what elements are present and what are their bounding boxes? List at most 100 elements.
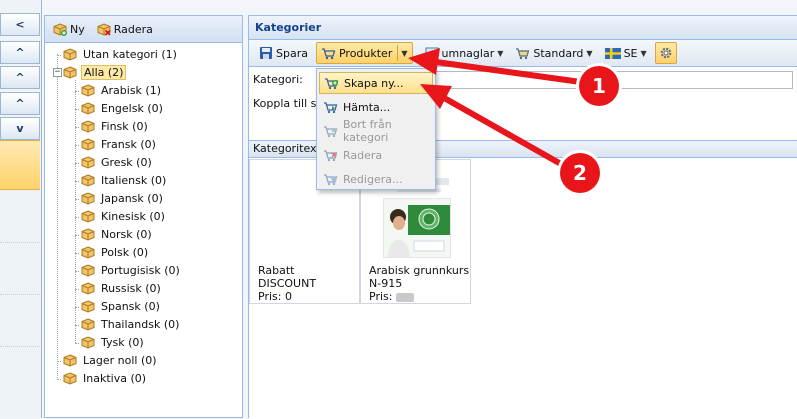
- save-label: Spara: [276, 46, 308, 60]
- thumbnails-button[interactable]: umnaglar ▼: [421, 42, 508, 64]
- language-selector[interactable]: SE ▼: [601, 42, 651, 64]
- cart-edit-icon: [323, 173, 338, 186]
- tree-node[interactable]: Lager noll (0): [63, 352, 159, 369]
- cart-add-icon: [324, 77, 339, 90]
- products-menu-button[interactable]: Produkter ▼: [315, 42, 413, 64]
- cart-delete-icon: [323, 149, 338, 162]
- cart-remove-icon: [323, 125, 338, 138]
- category-cube-icon: [81, 174, 95, 187]
- tree-connector: [57, 54, 58, 380]
- tree-connector: [75, 271, 79, 272]
- gear-icon: [660, 47, 671, 59]
- tree-connector: [75, 163, 79, 164]
- menu-item-remove-from-category[interactable]: Bort från kategori: [319, 118, 433, 144]
- chevron-down-icon: ▼: [640, 48, 647, 58]
- product-name: Arabisk grunnkurs: [369, 264, 470, 277]
- category-cube-icon: [81, 84, 95, 97]
- chevron-down-icon: ▼: [401, 48, 408, 58]
- tree-node[interactable]: Inaktiva (0): [63, 370, 148, 387]
- product-grid: Rabatt DISCOUNT Pris: 0 Arabisk grunnkur…: [249, 159, 797, 419]
- tree-node[interactable]: Arabisk (1): [81, 82, 163, 99]
- tree-node[interactable]: Italiensk (0): [81, 172, 168, 189]
- save-button[interactable]: Spara: [255, 42, 312, 64]
- tree-node[interactable]: Norsk (0): [81, 226, 154, 243]
- tree-node[interactable]: Japansk (0): [81, 190, 165, 207]
- floppy-icon: [260, 47, 272, 59]
- tree-connector: [75, 307, 79, 308]
- product-name: Rabatt: [258, 264, 295, 277]
- category-cube-icon: [81, 210, 95, 223]
- products-label: Produkter: [338, 46, 393, 60]
- tree-connector: [75, 343, 79, 344]
- delete-category-button[interactable]: Radera: [97, 23, 153, 36]
- collapse-up-button-1[interactable]: ^: [0, 41, 40, 64]
- tree-connector: [75, 253, 79, 254]
- tree-connector: [75, 145, 79, 146]
- menu-item-delete[interactable]: Radera: [319, 144, 433, 166]
- menu-item-fetch[interactable]: Hämta...: [319, 96, 433, 118]
- tree-node-label: Finsk (0): [101, 120, 148, 133]
- tree-node-label: Lager noll (0): [83, 354, 157, 367]
- tree-connector: [75, 289, 79, 290]
- tree-node[interactable]: Russisk (0): [81, 280, 163, 297]
- tree-node[interactable]: Tysk (0): [81, 334, 146, 351]
- collapse-down-button[interactable]: v: [0, 117, 40, 140]
- tree-expand-toggle[interactable]: −: [53, 68, 62, 77]
- picture-icon: [425, 47, 439, 59]
- divider: [0, 294, 40, 295]
- tree-node[interactable]: Kinesisk (0): [81, 208, 167, 225]
- collapse-up-button-2[interactable]: ^: [0, 66, 40, 89]
- collapse-up-button-3[interactable]: ^: [0, 92, 40, 115]
- tree-connector: [75, 199, 79, 200]
- language-label: SE: [623, 46, 638, 60]
- tree-node-label: Gresk (0): [101, 156, 152, 169]
- tree-node[interactable]: Alla (2): [63, 64, 127, 81]
- settings-button[interactable]: [654, 42, 677, 64]
- category-cube-icon: [81, 336, 95, 349]
- panel-title: Kategorier: [249, 16, 797, 40]
- tree-connector: [75, 127, 79, 128]
- tree-node-label: Spansk (0): [101, 300, 160, 313]
- new-category-button[interactable]: Ny: [53, 23, 85, 36]
- tree-node[interactable]: Thailandsk (0): [81, 316, 181, 333]
- menu-item-label: Radera: [343, 148, 383, 162]
- standard-label: Standard: [533, 46, 584, 60]
- tree-node-label: Engelsk (0): [101, 102, 163, 115]
- tree-node-label: Fransk (0): [101, 138, 156, 151]
- category-cube-icon: [81, 318, 95, 331]
- tree-node[interactable]: Gresk (0): [81, 154, 154, 171]
- swedish-flag-icon: [604, 47, 621, 59]
- tree-node-label: Russisk (0): [101, 282, 161, 295]
- tree-node[interactable]: Finsk (0): [81, 118, 150, 135]
- tree-node[interactable]: Polsk (0): [81, 244, 150, 261]
- tree-node[interactable]: Fransk (0): [81, 136, 158, 153]
- tree-node[interactable]: Portugisisk (0): [81, 262, 182, 279]
- divider: [0, 242, 40, 243]
- tree-node[interactable]: Engelsk (0): [81, 100, 165, 117]
- category-cube-icon: [81, 192, 95, 205]
- menu-item-label: Redigera...: [343, 172, 403, 186]
- split-separator: [397, 45, 399, 61]
- tree-node-label: Portugisisk (0): [101, 264, 180, 277]
- product-code: DISCOUNT: [258, 277, 317, 290]
- menu-item-edit[interactable]: Redigera...: [319, 168, 433, 190]
- tree-node-label: Arabisk (1): [101, 84, 162, 97]
- menu-item-label: Bort från kategori: [343, 118, 392, 144]
- category-cube-icon: [81, 264, 95, 277]
- standard-view-button[interactable]: Standard ▼: [511, 42, 596, 64]
- category-cube-icon: [81, 246, 95, 259]
- product-code: N-915: [369, 277, 403, 290]
- tree-connector: [75, 325, 79, 326]
- tree-node[interactable]: Spansk (0): [81, 298, 162, 315]
- new-category-label: Ny: [70, 22, 85, 36]
- category-cube-icon: [63, 354, 77, 367]
- collapse-left-button[interactable]: <: [0, 13, 40, 36]
- category-field-label: Kategori:: [253, 73, 303, 86]
- new-cube-icon: [53, 22, 67, 36]
- tree-node-label: Alla (2): [81, 65, 127, 80]
- tree-connector: [57, 361, 61, 362]
- menu-item-create-new[interactable]: Skapa ny...: [319, 72, 433, 94]
- category-cube-icon: [63, 66, 77, 79]
- delete-cube-icon: [97, 22, 111, 36]
- tree-node[interactable]: Utan kategori (1): [63, 46, 179, 63]
